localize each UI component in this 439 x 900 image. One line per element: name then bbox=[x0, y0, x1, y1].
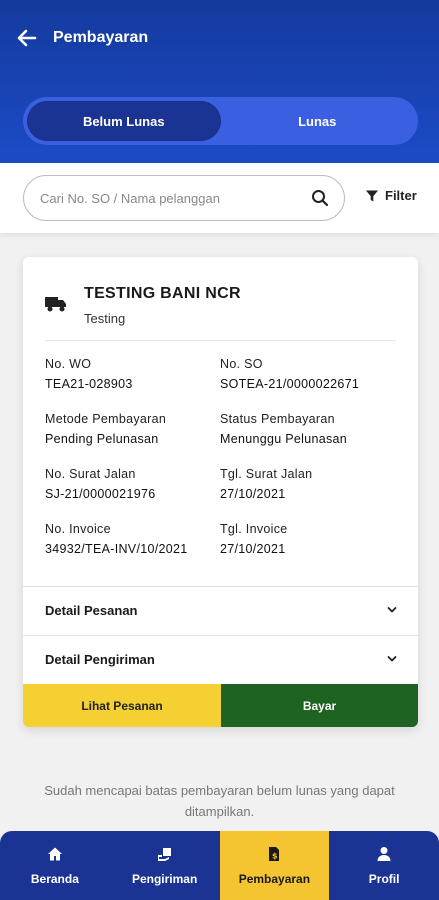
nav-label: Profil bbox=[368, 871, 400, 886]
field-no-surat-jalan: No. Surat Jalan SJ-21/0000021976 bbox=[45, 464, 155, 504]
payment-status-tabs: Belum Lunas Lunas bbox=[23, 97, 418, 145]
field-label: Tgl. Invoice bbox=[220, 522, 288, 536]
field-status-pembayaran: Status Pembayaran Menunggu Pelunasan bbox=[220, 409, 347, 449]
field-label: Status Pembayaran bbox=[220, 412, 335, 426]
field-value: SOTEA-21/0000022671 bbox=[220, 377, 360, 391]
payment-card: TESTING BANI NCR Testing No. WO TEA21-02… bbox=[23, 257, 418, 727]
nav-profil[interactable]: Profil bbox=[329, 831, 439, 900]
nav-label: Pembayaran bbox=[238, 871, 311, 886]
field-value: 27/10/2021 bbox=[220, 542, 286, 556]
field-tgl-invoice: Tgl. Invoice 27/10/2021 bbox=[220, 519, 288, 559]
filter-button[interactable]: Filter bbox=[365, 188, 417, 203]
limit-notice: Sudah mencapai batas pembayaran belum lu… bbox=[44, 783, 395, 819]
field-label: No. Surat Jalan bbox=[45, 467, 136, 481]
field-label: No. WO bbox=[45, 357, 92, 371]
chevron-down-icon bbox=[387, 656, 397, 662]
invoice-icon: $ bbox=[269, 846, 280, 861]
field-no-so: No. SO SOTEA-21/0000022671 bbox=[220, 354, 359, 394]
field-value: TEA21-028903 bbox=[45, 377, 133, 391]
bayar-button[interactable]: Bayar bbox=[221, 684, 418, 727]
field-tgl-surat-jalan: Tgl. Surat Jalan 27/10/2021 bbox=[220, 464, 312, 504]
bottom-navigation: Beranda Pengiriman $ Pembayaran Profil bbox=[0, 831, 439, 900]
field-no-invoice: No. Invoice 34932/TEA-INV/10/2021 bbox=[45, 519, 188, 559]
detail-pesanan-label: Detail Pesanan bbox=[45, 603, 138, 618]
search-input[interactable] bbox=[40, 176, 300, 220]
detail-pengiriman-row[interactable]: Detail Pengiriman bbox=[23, 635, 418, 684]
field-label: No. Invoice bbox=[45, 522, 111, 536]
field-value: 27/10/2021 bbox=[220, 487, 286, 501]
tab-lunas[interactable]: Lunas bbox=[221, 101, 415, 141]
card-actions: Lihat Pesanan Bayar bbox=[23, 684, 418, 727]
filter-icon bbox=[366, 190, 378, 201]
field-value: SJ-21/0000021976 bbox=[45, 487, 156, 501]
nav-label: Pengiriman bbox=[131, 871, 198, 886]
truck-icon bbox=[45, 297, 66, 312]
app-header: Pembayaran Belum Lunas Lunas bbox=[0, 0, 439, 163]
user-icon bbox=[377, 846, 391, 861]
search-icon[interactable] bbox=[310, 188, 330, 208]
search-bar: Filter bbox=[0, 163, 439, 233]
customer-subtitle: Testing bbox=[84, 311, 126, 326]
tab-belum-lunas[interactable]: Belum Lunas bbox=[27, 101, 221, 141]
svg-text:$: $ bbox=[272, 851, 278, 860]
search-box bbox=[23, 175, 345, 221]
nav-label: Beranda bbox=[30, 871, 79, 886]
field-value: Pending Pelunasan bbox=[45, 432, 159, 446]
field-value: Menunggu Pelunasan bbox=[220, 432, 348, 446]
field-label: Tgl. Surat Jalan bbox=[220, 467, 313, 481]
delivery-icon bbox=[157, 847, 171, 861]
nav-pembayaran[interactable]: $ Pembayaran bbox=[219, 831, 330, 900]
field-metode-pembayaran: Metode Pembayaran Pending Pelunasan bbox=[45, 409, 166, 449]
detail-pengiriman-label: Detail Pengiriman bbox=[45, 652, 155, 667]
filter-label: Filter bbox=[385, 188, 417, 203]
lihat-pesanan-button[interactable]: Lihat Pesanan bbox=[23, 684, 221, 727]
customer-name: TESTING BANI NCR bbox=[84, 285, 241, 302]
page-title: Pembayaran bbox=[53, 29, 149, 46]
arrow-left-icon bbox=[17, 29, 37, 47]
nav-beranda[interactable]: Beranda bbox=[0, 831, 110, 900]
chevron-down-icon bbox=[387, 607, 397, 613]
field-label: Metode Pembayaran bbox=[45, 412, 167, 426]
back-button[interactable] bbox=[14, 25, 40, 51]
divider bbox=[45, 340, 396, 341]
nav-pengiriman[interactable]: Pengiriman bbox=[110, 831, 220, 900]
field-label: No. SO bbox=[220, 357, 263, 371]
field-no-wo: No. WO TEA21-028903 bbox=[45, 354, 133, 394]
field-value: 34932/TEA-INV/10/2021 bbox=[45, 542, 188, 556]
detail-pesanan-row[interactable]: Detail Pesanan bbox=[23, 586, 418, 635]
home-icon bbox=[47, 847, 62, 860]
